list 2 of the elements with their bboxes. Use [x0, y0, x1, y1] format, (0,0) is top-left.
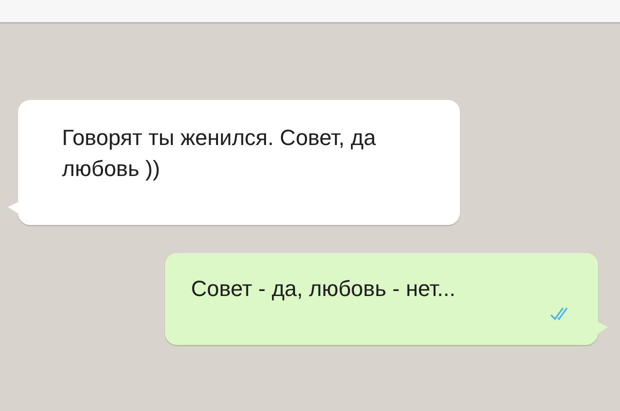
message-text: Совет - да, любовь - нет... — [191, 275, 456, 303]
message-text: Говорят ты женился. Совет, да любовь )) — [62, 124, 377, 183]
